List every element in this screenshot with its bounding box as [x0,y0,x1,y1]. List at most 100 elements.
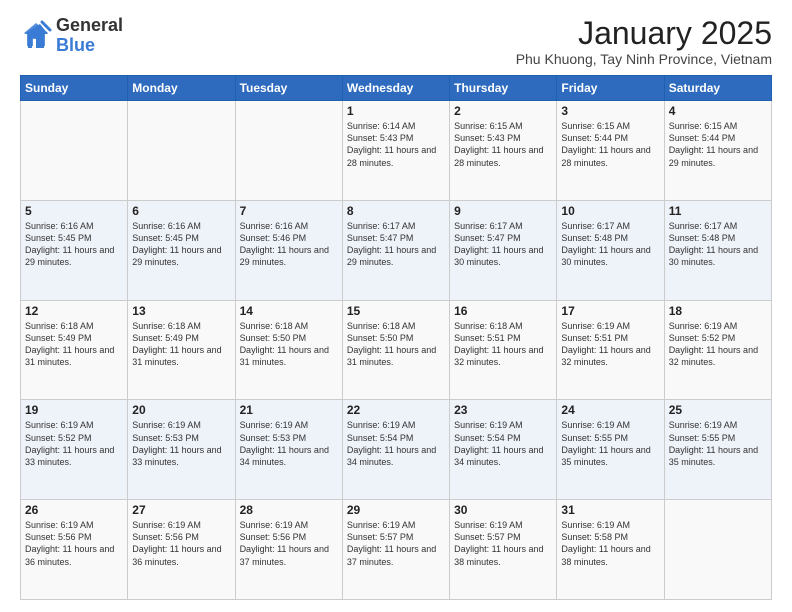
calendar-cell: 4 Sunrise: 6:15 AM Sunset: 5:44 PM Daylig… [664,101,771,201]
calendar-cell: 13 Sunrise: 6:18 AM Sunset: 5:49 PM Dayli… [128,300,235,400]
calendar-cell: 25 Sunrise: 6:19 AM Sunset: 5:55 PM Dayli… [664,400,771,500]
calendar-cell [664,500,771,600]
calendar-cell: 7 Sunrise: 6:16 AM Sunset: 5:46 PM Daylig… [235,200,342,300]
day-info: Sunrise: 6:19 AM Sunset: 5:56 PM Dayligh… [132,519,230,568]
day-number: 23 [454,403,552,417]
calendar-cell: 23 Sunrise: 6:19 AM Sunset: 5:54 PM Dayli… [450,400,557,500]
calendar-cell: 1 Sunrise: 6:14 AM Sunset: 5:43 PM Daylig… [342,101,449,201]
column-header-sunday: Sunday [21,76,128,101]
day-info: Sunrise: 6:18 AM Sunset: 5:49 PM Dayligh… [132,320,230,369]
day-number: 11 [669,204,767,218]
day-number: 28 [240,503,338,517]
calendar-table: SundayMondayTuesdayWednesdayThursdayFrid… [20,75,772,600]
page: General Blue January 2025 Phu Khuong, Ta… [0,0,792,612]
day-number: 4 [669,104,767,118]
day-info: Sunrise: 6:19 AM Sunset: 5:54 PM Dayligh… [454,419,552,468]
column-header-wednesday: Wednesday [342,76,449,101]
calendar-cell: 19Sunrise: 6:19 AM Sunset: 5:52 PM Dayli… [21,400,128,500]
day-info: Sunrise: 6:15 AM Sunset: 5:44 PM Dayligh… [561,120,659,169]
day-info: Sunrise: 6:19 AM Sunset: 5:55 PM Dayligh… [561,419,659,468]
calendar-cell: 16Sunrise: 6:18 AM Sunset: 5:51 PM Dayli… [450,300,557,400]
day-number: 7 [240,204,338,218]
day-number: 15 [347,304,445,318]
calendar-cell: 2 Sunrise: 6:15 AM Sunset: 5:43 PM Daylig… [450,101,557,201]
calendar-header-row: SundayMondayTuesdayWednesdayThursdayFrid… [21,76,772,101]
day-number: 6 [132,204,230,218]
calendar-week-row: 19Sunrise: 6:19 AM Sunset: 5:52 PM Dayli… [21,400,772,500]
calendar-week-row: 12 Sunrise: 6:18 AM Sunset: 5:49 PM Dayli… [21,300,772,400]
day-info: Sunrise: 6:18 AM Sunset: 5:50 PM Dayligh… [240,320,338,369]
day-info: Sunrise: 6:19 AM Sunset: 5:56 PM Dayligh… [25,519,123,568]
month-year: January 2025 [516,16,772,51]
calendar-cell: 9 Sunrise: 6:17 AM Sunset: 5:47 PM Daylig… [450,200,557,300]
calendar-cell: 6 Sunrise: 6:16 AM Sunset: 5:45 PM Daylig… [128,200,235,300]
calendar-cell: 24 Sunrise: 6:19 AM Sunset: 5:55 PM Dayli… [557,400,664,500]
title-block: January 2025 Phu Khuong, Tay Ninh Provin… [516,16,772,67]
day-number: 29 [347,503,445,517]
day-info: Sunrise: 6:19 AM Sunset: 5:53 PM Dayligh… [240,419,338,468]
logo: General Blue [20,16,123,56]
day-number: 26 [25,503,123,517]
calendar-cell: 8 Sunrise: 6:17 AM Sunset: 5:47 PM Daylig… [342,200,449,300]
day-number: 20 [132,403,230,417]
day-number: 31 [561,503,659,517]
calendar-cell: 22 Sunrise: 6:19 AM Sunset: 5:54 PM Dayli… [342,400,449,500]
logo-text-block: General Blue [56,16,123,56]
calendar-cell: 14 Sunrise: 6:18 AM Sunset: 5:50 PM Dayli… [235,300,342,400]
calendar-cell [235,101,342,201]
day-number: 9 [454,204,552,218]
day-info: Sunrise: 6:19 AM Sunset: 5:57 PM Dayligh… [454,519,552,568]
calendar-cell: 11Sunrise: 6:17 AM Sunset: 5:48 PM Dayli… [664,200,771,300]
day-info: Sunrise: 6:18 AM Sunset: 5:49 PM Dayligh… [25,320,123,369]
day-number: 21 [240,403,338,417]
day-info: Sunrise: 6:17 AM Sunset: 5:48 PM Dayligh… [561,220,659,269]
day-number: 5 [25,204,123,218]
day-number: 12 [25,304,123,318]
day-number: 2 [454,104,552,118]
location: Phu Khuong, Tay Ninh Province, Vietnam [516,51,772,67]
day-number: 19 [25,403,123,417]
day-info: Sunrise: 6:18 AM Sunset: 5:50 PM Dayligh… [347,320,445,369]
calendar-cell: 30Sunrise: 6:19 AM Sunset: 5:57 PM Dayli… [450,500,557,600]
day-info: Sunrise: 6:19 AM Sunset: 5:55 PM Dayligh… [669,419,767,468]
calendar-cell: 20Sunrise: 6:19 AM Sunset: 5:53 PM Dayli… [128,400,235,500]
day-info: Sunrise: 6:16 AM Sunset: 5:45 PM Dayligh… [132,220,230,269]
day-info: Sunrise: 6:17 AM Sunset: 5:47 PM Dayligh… [454,220,552,269]
calendar-week-row: 26 Sunrise: 6:19 AM Sunset: 5:56 PM Dayli… [21,500,772,600]
day-info: Sunrise: 6:17 AM Sunset: 5:47 PM Dayligh… [347,220,445,269]
calendar-cell: 10Sunrise: 6:17 AM Sunset: 5:48 PM Dayli… [557,200,664,300]
day-number: 8 [347,204,445,218]
day-number: 18 [669,304,767,318]
day-info: Sunrise: 6:14 AM Sunset: 5:43 PM Dayligh… [347,120,445,169]
header: General Blue January 2025 Phu Khuong, Ta… [20,16,772,67]
day-info: Sunrise: 6:19 AM Sunset: 5:52 PM Dayligh… [669,320,767,369]
calendar-cell: 28 Sunrise: 6:19 AM Sunset: 5:56 PM Dayli… [235,500,342,600]
calendar-cell: 18 Sunrise: 6:19 AM Sunset: 5:52 PM Dayli… [664,300,771,400]
day-info: Sunrise: 6:19 AM Sunset: 5:56 PM Dayligh… [240,519,338,568]
column-header-tuesday: Tuesday [235,76,342,101]
calendar-cell: 5Sunrise: 6:16 AM Sunset: 5:45 PM Daylig… [21,200,128,300]
day-number: 13 [132,304,230,318]
day-info: Sunrise: 6:19 AM Sunset: 5:54 PM Dayligh… [347,419,445,468]
day-number: 24 [561,403,659,417]
day-number: 1 [347,104,445,118]
calendar-week-row: 1 Sunrise: 6:14 AM Sunset: 5:43 PM Daylig… [21,101,772,201]
day-number: 22 [347,403,445,417]
day-number: 17 [561,304,659,318]
day-number: 14 [240,304,338,318]
day-info: Sunrise: 6:19 AM Sunset: 5:51 PM Dayligh… [561,320,659,369]
day-info: Sunrise: 6:15 AM Sunset: 5:44 PM Dayligh… [669,120,767,169]
day-info: Sunrise: 6:15 AM Sunset: 5:43 PM Dayligh… [454,120,552,169]
calendar-cell: 27 Sunrise: 6:19 AM Sunset: 5:56 PM Dayli… [128,500,235,600]
logo-general: General [56,15,123,35]
day-info: Sunrise: 6:19 AM Sunset: 5:57 PM Dayligh… [347,519,445,568]
day-number: 25 [669,403,767,417]
day-info: Sunrise: 6:16 AM Sunset: 5:46 PM Dayligh… [240,220,338,269]
column-header-monday: Monday [128,76,235,101]
day-number: 27 [132,503,230,517]
day-number: 16 [454,304,552,318]
calendar-cell: 21 Sunrise: 6:19 AM Sunset: 5:53 PM Dayli… [235,400,342,500]
calendar-cell: 29 Sunrise: 6:19 AM Sunset: 5:57 PM Dayli… [342,500,449,600]
calendar-cell: 12 Sunrise: 6:18 AM Sunset: 5:49 PM Dayli… [21,300,128,400]
column-header-friday: Friday [557,76,664,101]
